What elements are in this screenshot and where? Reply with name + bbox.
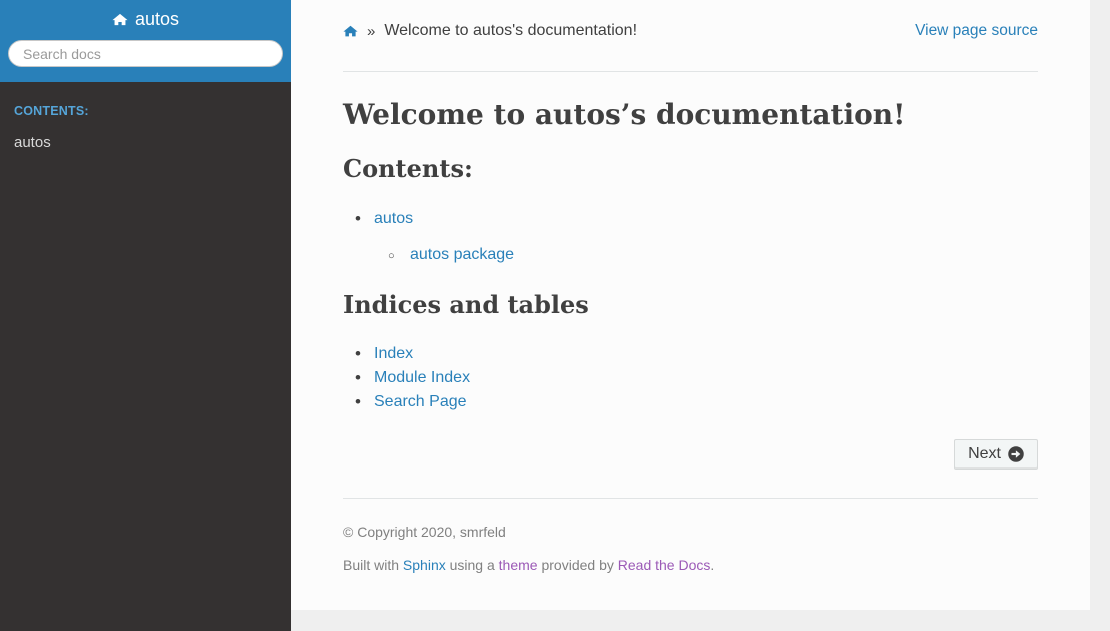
read-the-docs-link[interactable]: Read the Docs bbox=[618, 557, 711, 573]
breadcrumb-separator: » bbox=[367, 23, 375, 40]
built-with-suffix: . bbox=[710, 557, 714, 573]
theme-link[interactable]: theme bbox=[499, 557, 538, 573]
index-link[interactable]: Index bbox=[374, 345, 413, 362]
indices-heading: Indices and tables bbox=[343, 291, 1038, 319]
home-icon bbox=[112, 12, 128, 27]
footer-divider bbox=[343, 498, 1038, 499]
built-with-mid2: provided by bbox=[538, 557, 618, 573]
toc-sublist: autos package bbox=[374, 243, 1038, 267]
toc-link-autos[interactable]: autos bbox=[374, 210, 413, 227]
breadcrumb-current-page: Welcome to autos's documentation! bbox=[384, 22, 637, 40]
contents-heading: Contents: bbox=[343, 155, 1038, 183]
search-page-link[interactable]: Search Page bbox=[374, 393, 467, 410]
sphinx-link[interactable]: Sphinx bbox=[403, 557, 446, 573]
search-input[interactable] bbox=[8, 40, 283, 67]
arrow-circle-right-icon bbox=[1008, 446, 1024, 462]
sidebar-item-autos[interactable]: autos bbox=[14, 126, 277, 159]
toc-list: autos autos package bbox=[343, 207, 1038, 267]
indices-list: Index Module Index Search Page bbox=[343, 342, 1038, 414]
sidebar: autos CONTENTS: autos bbox=[0, 0, 291, 631]
breadcrumb-trail: » Welcome to autos's documentation! bbox=[343, 22, 637, 40]
sidebar-nav: CONTENTS: autos bbox=[0, 82, 291, 171]
sidebar-header: autos bbox=[0, 0, 291, 82]
project-title: autos bbox=[135, 9, 179, 30]
toc-subitem: autos package bbox=[374, 243, 1038, 267]
project-home-link[interactable]: autos bbox=[112, 9, 179, 30]
list-item: Index bbox=[343, 342, 1038, 366]
module-index-link[interactable]: Module Index bbox=[374, 369, 470, 386]
view-page-source-link[interactable]: View page source bbox=[915, 22, 1038, 40]
list-item: Search Page bbox=[343, 390, 1038, 414]
next-button[interactable]: Next bbox=[954, 439, 1038, 470]
document-content: » Welcome to autos's documentation! View… bbox=[291, 0, 1090, 573]
breadcrumb-divider bbox=[343, 71, 1038, 72]
built-with-text: Built with Sphinx using a theme provided… bbox=[343, 557, 1038, 573]
breadcrumb: » Welcome to autos's documentation! View… bbox=[343, 22, 1038, 40]
pagination-row: Next bbox=[343, 439, 1038, 470]
toc-item: autos autos package bbox=[343, 207, 1038, 267]
toc-link-autos-package[interactable]: autos package bbox=[410, 246, 514, 263]
breadcrumb-home-link[interactable] bbox=[343, 24, 358, 38]
page-root: autos CONTENTS: autos » Welcome to autos… bbox=[0, 0, 1110, 631]
page-title: Welcome to autos’s documentation! bbox=[343, 99, 1038, 131]
home-icon bbox=[343, 24, 358, 38]
next-button-label: Next bbox=[968, 445, 1001, 463]
built-with-mid1: using a bbox=[446, 557, 499, 573]
copyright-text: © Copyright 2020, smrfeld bbox=[343, 524, 1038, 540]
sidebar-caption: CONTENTS: bbox=[14, 104, 277, 118]
list-item: Module Index bbox=[343, 366, 1038, 390]
footer: © Copyright 2020, smrfeld Built with Sph… bbox=[343, 524, 1038, 573]
built-with-prefix: Built with bbox=[343, 557, 403, 573]
main-content-area: » Welcome to autos's documentation! View… bbox=[291, 0, 1090, 610]
